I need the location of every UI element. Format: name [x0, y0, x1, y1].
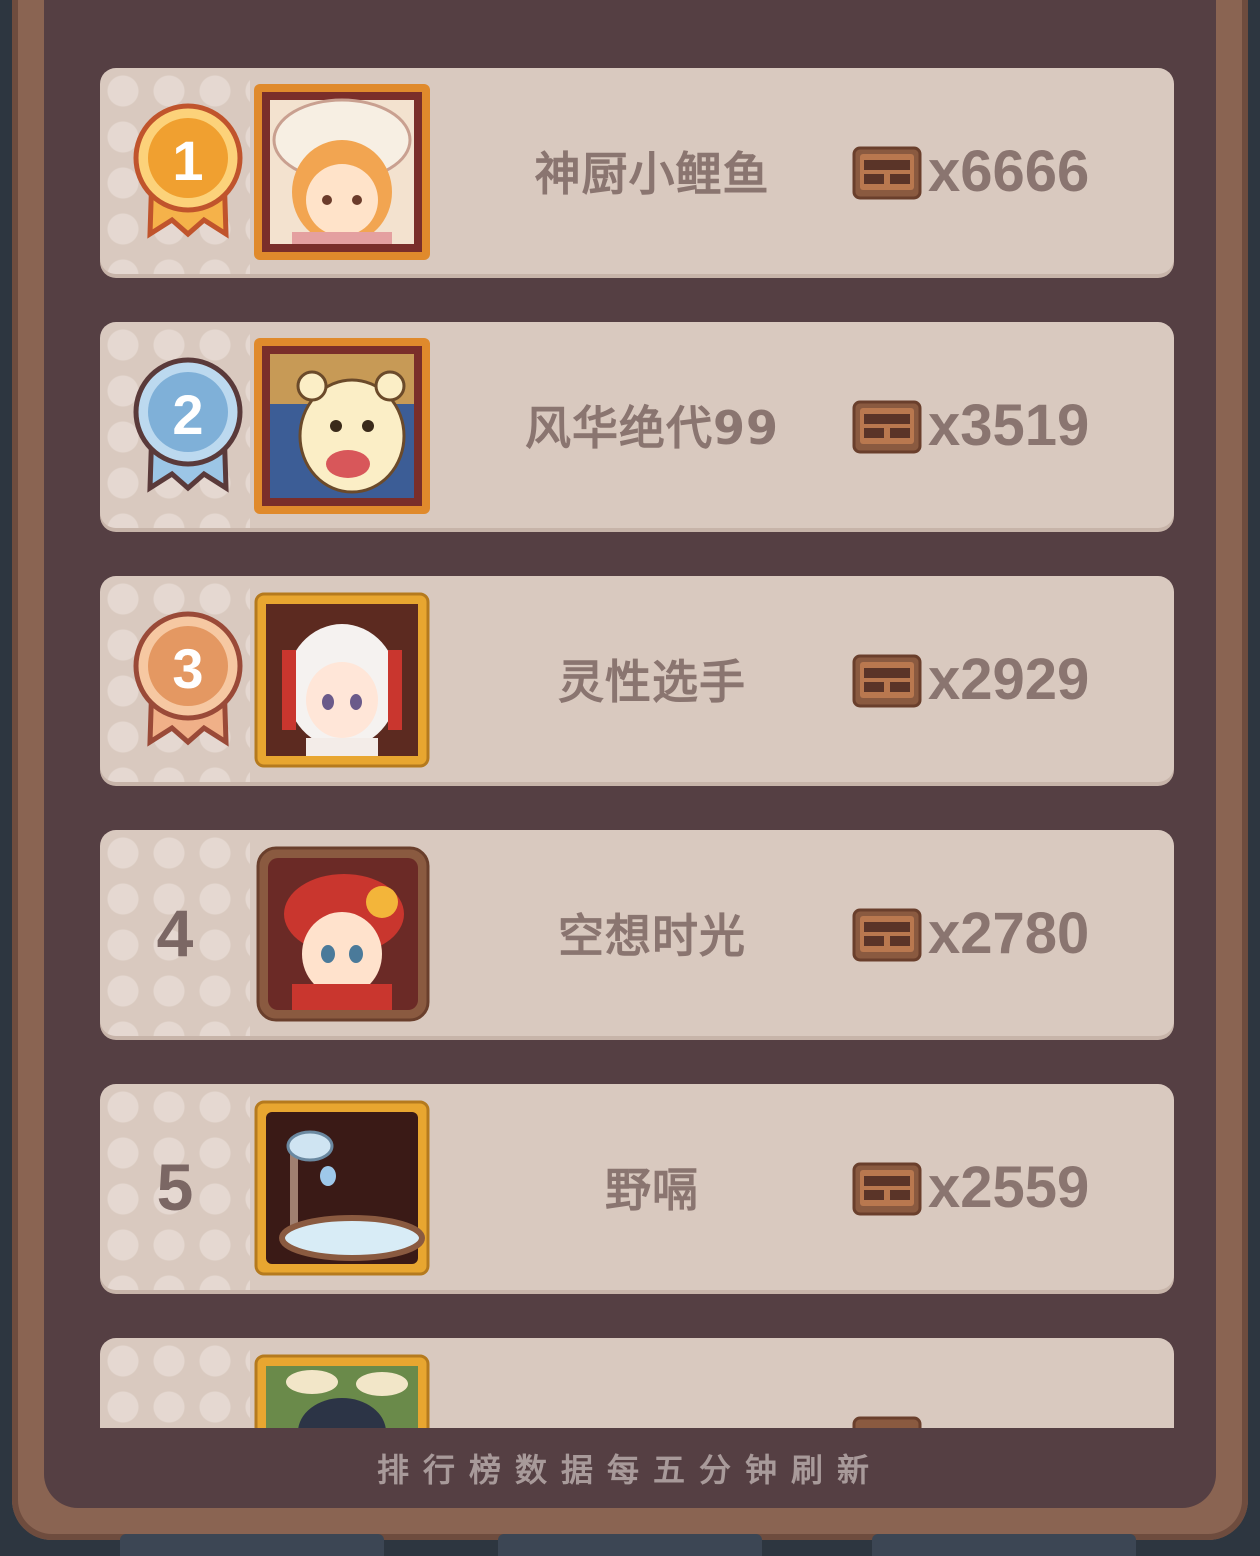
- player-name: 风华绝代99: [524, 401, 779, 455]
- bottom-tab[interactable]: [872, 1534, 1136, 1556]
- leaderboard-row[interactable]: 2 风华绝代99 x3519: [100, 322, 1174, 528]
- player-name: 灵性选手: [558, 655, 746, 709]
- leaderboard-list[interactable]: 1 神厨小鲤鱼 x6666 2 风华绝代99 x3519 3 灵性选手 x292…: [44, 0, 1216, 1428]
- rank-number: 5: [156, 1150, 194, 1224]
- player-avatar[interactable]: [252, 844, 432, 1024]
- player-avatar[interactable]: [252, 1352, 432, 1428]
- treasure-box-icon: [852, 654, 922, 708]
- player-score: x6666: [928, 138, 1090, 204]
- rank-number: 4: [156, 896, 194, 970]
- treasure-box-icon: [852, 1162, 922, 1216]
- leaderboard-row[interactable]: 5 野嗝 x2559: [100, 1084, 1174, 1290]
- leaderboard-panel: 1 神厨小鲤鱼 x6666 2 风华绝代99 x3519 3 灵性选手 x292…: [44, 0, 1216, 1508]
- treasure-box-icon: [852, 908, 922, 962]
- player-avatar[interactable]: [252, 336, 432, 516]
- treasure-box-icon: [852, 400, 922, 454]
- bronze-medal-icon: 3: [133, 611, 243, 747]
- row-pattern: [100, 1338, 250, 1428]
- leaderboard-row[interactable]: 4 空想时光 x2780: [100, 830, 1174, 1036]
- leaderboard-row[interactable]: 1 神厨小鲤鱼 x6666: [100, 68, 1174, 274]
- gold-medal-icon: 1: [133, 103, 243, 239]
- medal-rank: 2: [172, 383, 203, 446]
- player-score: x2559: [928, 1154, 1090, 1220]
- player-name: 野嗝: [605, 1163, 699, 1217]
- silver-medal-icon: 2: [133, 357, 243, 493]
- leaderboard-row-partial[interactable]: [100, 1338, 1174, 1428]
- player-avatar[interactable]: [252, 590, 432, 770]
- player-name: 空想时光: [558, 909, 746, 963]
- refresh-note: 排行榜数据每五分钟刷新: [376, 1451, 883, 1489]
- medal-rank: 3: [172, 637, 203, 700]
- leaderboard-row[interactable]: 3 灵性选手 x2929: [100, 576, 1174, 782]
- bottom-tab-bar: [120, 1534, 1140, 1556]
- bottom-tab[interactable]: [120, 1534, 384, 1556]
- treasure-box-icon: [852, 146, 922, 200]
- player-name: 神厨小鲤鱼: [534, 147, 770, 201]
- medal-rank: 1: [172, 129, 203, 192]
- player-score: x2929: [928, 646, 1090, 712]
- bottom-tab[interactable]: [498, 1534, 762, 1556]
- player-avatar[interactable]: [252, 1098, 432, 1278]
- treasure-box-icon: [852, 1416, 922, 1428]
- player-avatar[interactable]: [252, 82, 432, 262]
- player-score: x2780: [928, 900, 1090, 966]
- player-score: x3519: [928, 392, 1090, 458]
